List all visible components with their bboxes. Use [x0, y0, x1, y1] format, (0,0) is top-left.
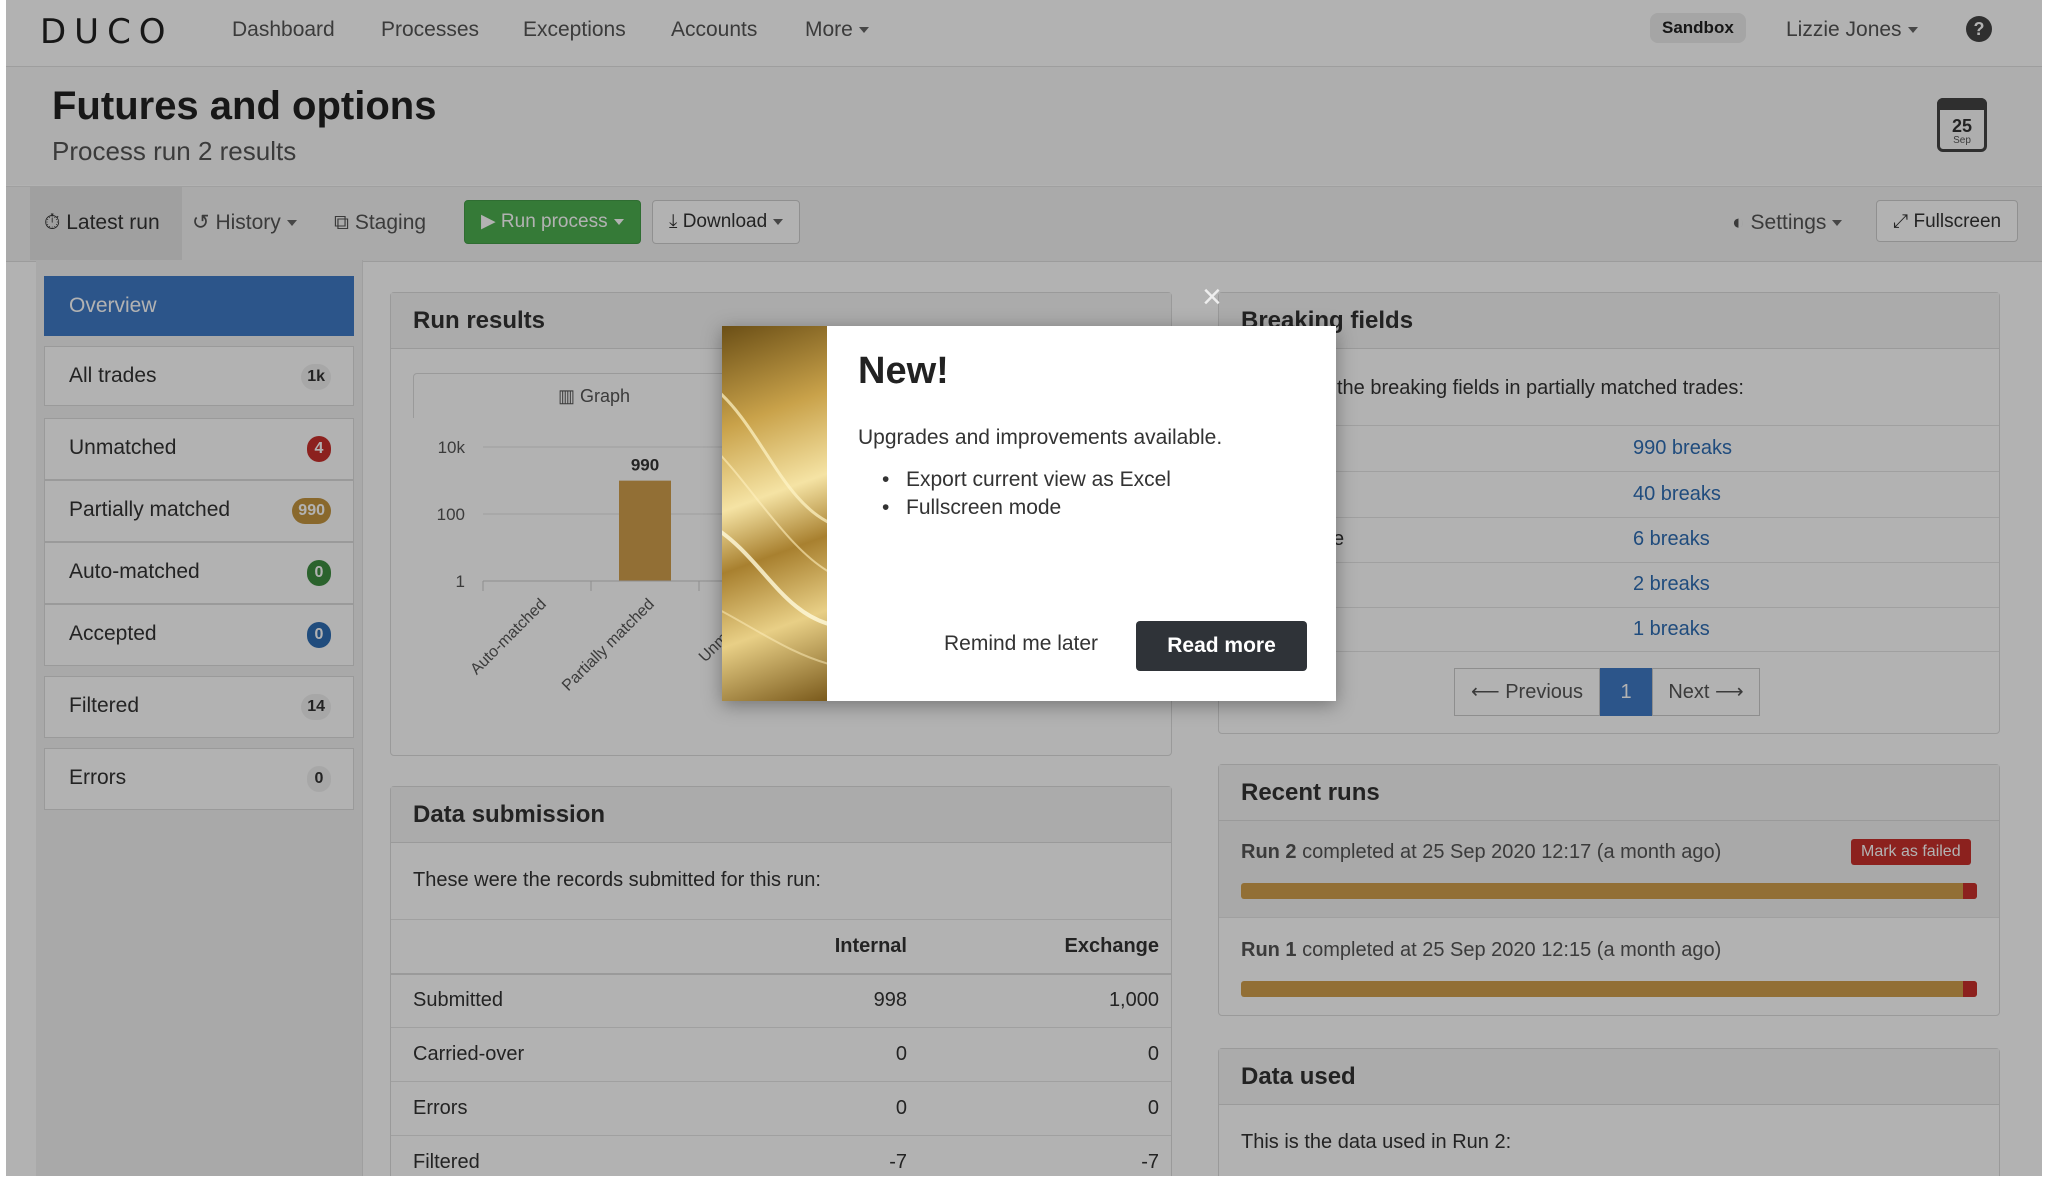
read-more-button[interactable]: Read more	[1136, 621, 1307, 671]
bullet-icon: •	[882, 468, 890, 491]
modal-heading: New!	[858, 350, 949, 392]
bullet-icon: •	[882, 496, 890, 519]
whats-new-modal: New! Upgrades and improvements available…	[722, 326, 1336, 701]
wave-pattern	[722, 392, 827, 665]
modal-bullet: Export current view as Excel	[906, 468, 1171, 491]
app-window: DUCO Dashboard Processes Exceptions Acco…	[6, 0, 2042, 1176]
remind-later-button[interactable]: Remind me later	[944, 632, 1098, 656]
golden-wave-image	[722, 326, 827, 701]
close-icon[interactable]: ×	[1202, 280, 1222, 314]
modal-body: Upgrades and improvements available.	[858, 426, 1223, 449]
modal-bullet: Fullscreen mode	[906, 496, 1062, 519]
